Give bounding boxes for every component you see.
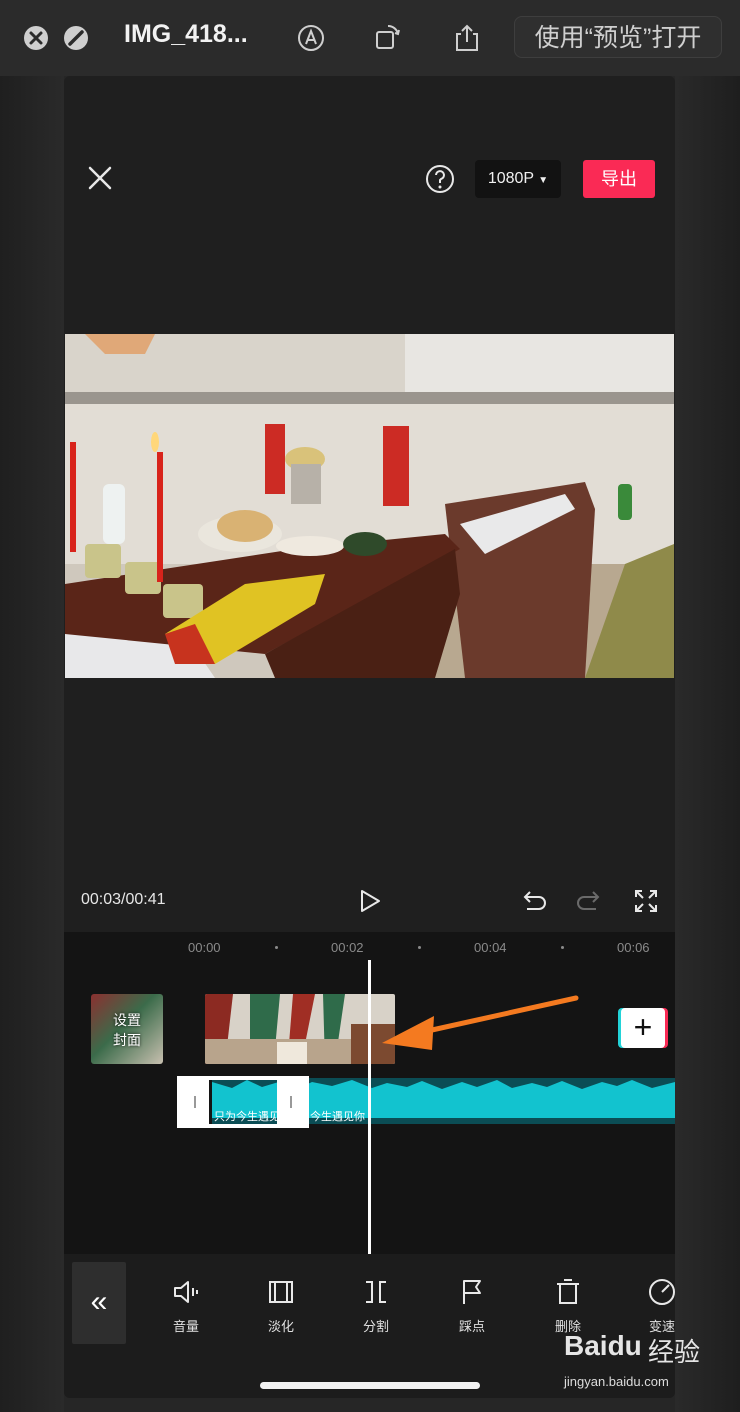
help-icon[interactable] [425, 164, 455, 194]
split-icon [366, 1281, 386, 1303]
volume-tool[interactable]: 音量 [156, 1276, 216, 1335]
fade-icon [269, 1281, 293, 1303]
playhead[interactable] [368, 960, 371, 1254]
speed-icon [649, 1279, 675, 1305]
share-icon[interactable] [452, 22, 482, 54]
collapse-toolbar-button[interactable]: « [72, 1262, 126, 1344]
timeline-dot [418, 946, 421, 949]
fullscreen-disabled-icon[interactable] [64, 26, 88, 50]
play-icon[interactable] [358, 888, 382, 914]
tool-label: 分割 [362, 1319, 389, 1334]
timeline-dot [561, 946, 564, 949]
timeline-tick: 00:04 [474, 940, 507, 955]
window-title: IMG_418... [124, 20, 248, 48]
set-cover-button[interactable]: 设置 封面 [91, 994, 163, 1064]
timeline-tick: 00:06 [617, 940, 650, 955]
tool-label: 淡化 [267, 1319, 294, 1334]
baidu-watermark: Baidu 经验 jingyan.baidu.com [564, 1330, 704, 1400]
window-titlebar: IMG_418... 使用“预览”打开 [0, 0, 740, 76]
tool-label: 音量 [172, 1319, 199, 1334]
open-with-preview-button[interactable]: 使用“预览”打开 [514, 16, 722, 58]
add-clip-button[interactable]: + [621, 1008, 665, 1048]
trim-handle-left[interactable] [181, 1080, 209, 1124]
watermark-logo: Baidu [564, 1330, 642, 1361]
audio-caption: 只为今生遇见 [214, 1111, 280, 1123]
fade-tool[interactable]: 淡化 [251, 1276, 311, 1335]
beat-tool[interactable]: 踩点 [442, 1276, 502, 1335]
video-preview [65, 334, 674, 678]
rotate-icon[interactable] [372, 22, 402, 54]
right-backdrop [675, 76, 740, 1412]
timeline-tick: 00:00 [188, 940, 221, 955]
tool-label: 踩点 [458, 1319, 485, 1334]
cover-label-line1: 设置 [113, 1012, 141, 1028]
resolution-dropdown[interactable]: 1080P ▼ [475, 160, 561, 198]
watermark-name: 经验 [648, 1337, 701, 1367]
delete-tool[interactable]: 删除 [538, 1276, 598, 1335]
redo-icon[interactable] [576, 888, 604, 914]
timeline-tick: 00:02 [331, 940, 364, 955]
export-button[interactable]: 导出 [583, 160, 655, 198]
home-indicator[interactable] [260, 1382, 480, 1389]
timeline-dot [275, 946, 278, 949]
annotation-arrow-icon [382, 995, 579, 1050]
audio-caption: 今生遇见你 [310, 1111, 365, 1123]
phone-screen: 1080P ▼ 导出 00:03/00:41 00:00 00:02 00:04… [64, 76, 675, 1398]
speed-tool[interactable]: 变速 [632, 1276, 675, 1335]
cover-label: 设置 封面 [91, 1010, 163, 1050]
close-window-icon[interactable] [24, 26, 48, 50]
watermark-url: jingyan.baidu.com [564, 1374, 669, 1389]
split-tool[interactable]: 分割 [346, 1276, 406, 1335]
delete-icon [557, 1279, 579, 1304]
fullscreen-icon[interactable] [633, 888, 659, 914]
cover-label-line2: 封面 [113, 1032, 141, 1048]
undo-icon[interactable] [519, 888, 547, 914]
close-icon[interactable] [86, 164, 114, 192]
markup-icon[interactable] [296, 22, 326, 54]
playback-timecode: 00:03/00:41 [81, 891, 166, 908]
dropdown-caret-icon: ▼ [538, 175, 549, 186]
trim-handle-right[interactable] [277, 1080, 305, 1124]
beat-flag-icon [463, 1280, 481, 1304]
volume-icon [174, 1281, 198, 1303]
left-backdrop [0, 76, 64, 1412]
resolution-label: 1080P [487, 170, 534, 187]
